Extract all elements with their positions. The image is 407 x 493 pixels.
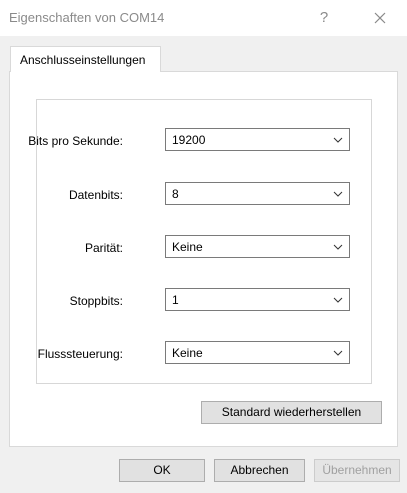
flow-control-label: Flusssteuerung: bbox=[37, 347, 123, 361]
bits-per-second-label: Bits pro Sekunde: bbox=[28, 134, 123, 148]
flow-control-select[interactable]: Keine bbox=[165, 341, 350, 364]
restore-defaults-button[interactable]: Standard wiederherstellen bbox=[201, 401, 382, 424]
apply-button[interactable]: Übernehmen bbox=[314, 459, 400, 482]
close-button[interactable] bbox=[363, 4, 397, 32]
window-title: Eigenschaften von COM14 bbox=[9, 10, 165, 25]
chevron-down-icon bbox=[333, 297, 343, 303]
settings-group: Bits pro Sekunde: 19200 Datenbits: 8 Par… bbox=[28, 99, 372, 384]
flow-control-value: Keine bbox=[172, 346, 203, 360]
data-bits-select[interactable]: 8 bbox=[165, 182, 350, 205]
tab-label: Anschlusseinstellungen bbox=[20, 53, 146, 67]
stop-bits-select[interactable]: 1 bbox=[165, 288, 350, 311]
parity-label: Parität: bbox=[84, 241, 123, 255]
stop-bits-value: 1 bbox=[172, 293, 179, 307]
tab-anschlusseinstellungen[interactable]: Anschlusseinstellungen bbox=[10, 46, 161, 72]
bits-per-second-select[interactable]: 19200 bbox=[165, 128, 350, 151]
data-bits-label: Datenbits: bbox=[68, 188, 123, 202]
ok-button[interactable]: OK bbox=[119, 459, 205, 482]
title-bar: Eigenschaften von COM14 ? bbox=[0, 0, 407, 36]
help-icon: ? bbox=[319, 9, 329, 26]
parity-select[interactable]: Keine bbox=[165, 235, 350, 258]
bits-per-second-value: 19200 bbox=[172, 133, 206, 147]
parity-value: Keine bbox=[172, 240, 203, 254]
chevron-down-icon bbox=[333, 137, 343, 143]
stop-bits-label: Stoppbits: bbox=[69, 294, 123, 308]
cancel-button[interactable]: Abbrechen bbox=[214, 459, 305, 482]
help-button[interactable]: ? bbox=[312, 6, 336, 30]
close-icon bbox=[374, 12, 386, 24]
chevron-down-icon bbox=[333, 350, 343, 356]
data-bits-value: 8 bbox=[172, 187, 179, 201]
chevron-down-icon bbox=[333, 191, 343, 197]
chevron-down-icon bbox=[333, 244, 343, 250]
